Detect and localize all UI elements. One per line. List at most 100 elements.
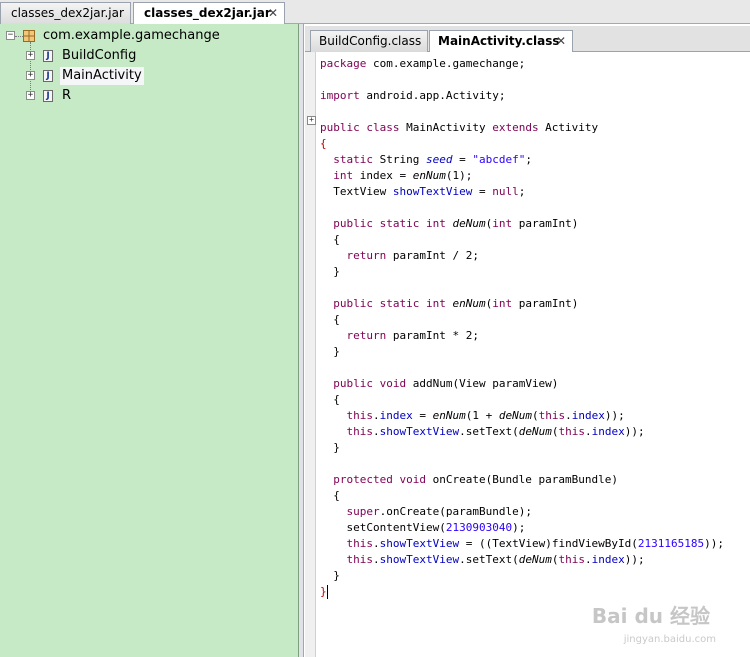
- code-line: int index = enNum(1);: [320, 168, 472, 184]
- baidu-watermark-url: jingyan.baidu.com: [623, 634, 716, 645]
- code-text: MainActivity: [399, 121, 493, 134]
- field: showTextView: [379, 425, 460, 438]
- editor-tab-label: BuildConfig.class: [319, 34, 422, 48]
- code-text: paramInt): [512, 217, 579, 230]
- keyword: int: [333, 169, 354, 182]
- code-line: }: [320, 584, 328, 600]
- field: index: [591, 553, 625, 566]
- fold-expand-icon[interactable]: +: [307, 116, 316, 125]
- code-text: .: [584, 425, 592, 438]
- keyword: public static int: [333, 297, 446, 310]
- brace: {: [333, 233, 340, 246]
- field: showTextView: [379, 553, 460, 566]
- tree-node-package[interactable]: − com.example.gamechange: [6, 27, 286, 45]
- keyword: this: [346, 425, 374, 438]
- close-icon[interactable]: ✕: [556, 31, 566, 51]
- tree-node-mainactivity[interactable]: + J MainActivity: [26, 67, 226, 85]
- code-text: Activity: [538, 121, 599, 134]
- code-line: public static int deNum(int paramInt): [320, 216, 578, 232]
- field: seed: [425, 153, 453, 166]
- java-class-icon: J: [43, 90, 53, 102]
- keyword: this: [538, 409, 566, 422]
- number-literal: 2131165185: [637, 537, 705, 550]
- code-text: ;: [518, 185, 526, 198]
- editor-tab-buildconfig[interactable]: BuildConfig.class: [310, 30, 428, 52]
- class-label: R: [62, 88, 72, 103]
- file-tab-label: classes_dex2jar.jar: [144, 6, 271, 20]
- keyword: public void: [333, 377, 407, 390]
- keyword: package: [320, 57, 367, 70]
- brace: }: [320, 585, 327, 598]
- field: index: [591, 425, 625, 438]
- code-text: ));: [624, 553, 645, 566]
- file-tab-label: classes_dex2jar.jar: [11, 6, 124, 20]
- keyword: return: [346, 249, 387, 262]
- keyword: this: [346, 409, 374, 422]
- brace: }: [333, 441, 340, 454]
- expand-icon[interactable]: +: [26, 71, 35, 80]
- number-literal: 2130903040: [445, 521, 513, 534]
- tree-node-buildconfig[interactable]: + J BuildConfig: [26, 47, 226, 65]
- field: index: [379, 409, 413, 422]
- string-literal: "abcdef": [472, 153, 526, 166]
- keyword: this: [346, 553, 374, 566]
- code-text: android.app.Activity;: [359, 89, 506, 102]
- java-class-icon: J: [43, 50, 53, 62]
- code-text: .: [584, 553, 592, 566]
- code-line: }: [320, 568, 340, 584]
- tree-node-r[interactable]: + J R: [26, 87, 226, 105]
- file-tab-classes-jar-2[interactable]: classes_dex2jar.jar ✕: [133, 2, 285, 25]
- editor-tab-mainactivity[interactable]: MainActivity.class ✕: [429, 30, 573, 52]
- code-line: this.showTextView.setText(deNum(this.ind…: [320, 552, 645, 568]
- code-line: static String seed = "abcdef";: [320, 152, 532, 168]
- keyword: protected void: [333, 473, 426, 486]
- code-text: addNum(View paramView): [406, 377, 559, 390]
- java-class-icon: J: [43, 70, 53, 82]
- method-name: deNum: [452, 217, 486, 230]
- code-text: .onCreate(paramBundle);: [379, 505, 532, 518]
- brace: }: [333, 569, 340, 582]
- editor-tab-bar: BuildConfig.class MainActivity.class ✕: [305, 26, 750, 52]
- brace: }: [333, 345, 340, 358]
- package-label: com.example.gamechange: [43, 28, 220, 43]
- keyword: this: [346, 537, 374, 550]
- code-line: this.index = enNum(1 + deNum(this.index)…: [320, 408, 625, 424]
- baidu-watermark: Bai du 经验: [591, 604, 710, 628]
- editor-gutter: +: [305, 52, 316, 657]
- panel-splitter[interactable]: [299, 24, 304, 657]
- code-text: String: [373, 153, 426, 166]
- class-label: BuildConfig: [62, 48, 137, 63]
- code-text: = ((TextView)findViewById(: [459, 537, 638, 550]
- code-line: return paramInt / 2;: [320, 248, 479, 264]
- package-tree-panel: − com.example.gamechange + J BuildConfig…: [0, 24, 299, 657]
- code-text: (1 +: [465, 409, 499, 422]
- close-icon[interactable]: ✕: [268, 3, 278, 23]
- code-text: index =: [353, 169, 413, 182]
- code-line: this.showTextView.setText(deNum(this.ind…: [320, 424, 645, 440]
- expand-icon[interactable]: +: [26, 51, 35, 60]
- code-text: .setText(: [459, 425, 519, 438]
- file-tab-bar: classes_dex2jar.jar classes_dex2jar.jar …: [0, 0, 750, 25]
- field: showTextView: [392, 185, 473, 198]
- code-text: com.example.gamechange;: [366, 57, 526, 70]
- keyword: int: [492, 297, 513, 310]
- brace: {: [320, 137, 327, 150]
- text-caret: [326, 585, 328, 599]
- keyword: import: [320, 89, 360, 102]
- brace: {: [333, 393, 340, 406]
- keyword: public class: [320, 121, 400, 134]
- expand-icon[interactable]: +: [26, 91, 35, 100]
- method-call: deNum: [518, 425, 552, 438]
- collapse-icon[interactable]: −: [6, 31, 15, 40]
- code-text: TextView: [333, 185, 393, 198]
- brace: }: [333, 265, 340, 278]
- keyword: public static int: [333, 217, 446, 230]
- code-text: );: [512, 521, 526, 534]
- code-text: (1);: [445, 169, 473, 182]
- code-text: paramInt): [512, 297, 579, 310]
- code-line: public static int enNum(int paramInt): [320, 296, 578, 312]
- package-icon: [23, 30, 35, 42]
- file-tab-classes-jar-1[interactable]: classes_dex2jar.jar: [0, 2, 131, 24]
- field: index: [571, 409, 605, 422]
- code-line: this.showTextView = ((TextView)findViewB…: [320, 536, 725, 552]
